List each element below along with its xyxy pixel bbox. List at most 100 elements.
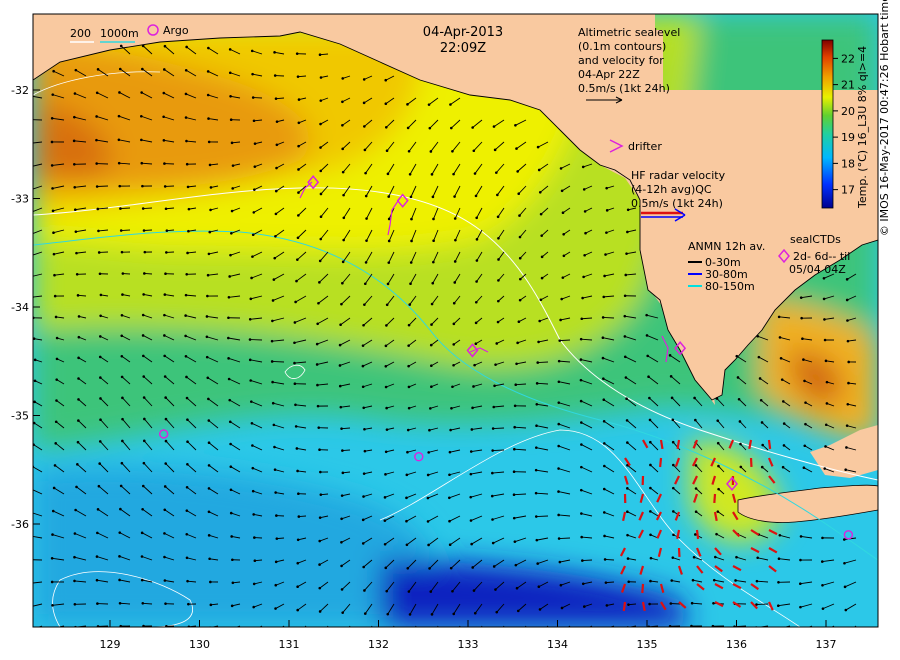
velocity-arrow-head: [534, 468, 538, 472]
velocity-arrow-head: [98, 462, 101, 465]
velocity-arrow-head: [384, 344, 388, 348]
velocity-arrow-head: [451, 149, 454, 153]
seal-ctd-line-2: 05/04 04Z: [789, 263, 846, 276]
velocity-arrow-head: [799, 535, 803, 538]
velocity-arrow-head: [385, 589, 389, 593]
velocity-arrow-head: [362, 495, 365, 498]
velocity-arrow-head: [535, 424, 538, 427]
velocity-arrow-head: [318, 610, 322, 613]
velocity-arrow-head: [362, 101, 366, 105]
velocity-arrow-head: [143, 417, 146, 421]
velocity-arrow-head: [387, 195, 391, 198]
sst-map-figure: 129 130 131 132 133 134 135 136 137 -32 -33 -34 -35…: [11, 13, 879, 651]
velocity-arrow-head: [293, 341, 296, 345]
velocity-arrow-head: [385, 406, 388, 410]
velocity-arrow-head: [759, 398, 763, 402]
colorbar-title: Temp. (°C) 16_L3U 8% ql>=4: [856, 46, 869, 209]
velocity-arrow-head: [626, 557, 630, 560]
velocity-arrow-head: [601, 356, 605, 360]
velocity-arrow-head: [475, 280, 478, 283]
velocity-arrow-head: [557, 401, 561, 404]
velocity-arrow-head: [777, 627, 780, 630]
velocity-arrow-head: [428, 428, 431, 432]
velocity-arrow-head: [671, 486, 675, 490]
velocity-arrow-head: [338, 384, 342, 388]
velocity-arrow-head: [341, 124, 344, 127]
velocity-arrow-head: [184, 116, 188, 119]
velocity-arrow-head: [340, 540, 343, 544]
velocity-arrow-head: [603, 442, 606, 445]
velocity-arrow-head: [714, 555, 717, 559]
velocity-arrow-head: [387, 217, 391, 221]
velocity-arrow-head: [163, 354, 166, 358]
velocity-arrow-head: [453, 260, 457, 263]
velocity-arrow-head: [497, 633, 500, 636]
velocity-arrow-head: [452, 612, 456, 616]
velocity-arrow-head: [581, 582, 585, 586]
velocity-arrow-head: [141, 313, 145, 317]
velocity-arrow-head: [669, 375, 673, 378]
velocity-arrow-head: [274, 583, 278, 587]
velocity-arrow-head: [756, 334, 760, 338]
velocity-arrow-head: [185, 486, 189, 489]
velocity-arrow-head: [207, 117, 210, 120]
velocity-arrow-head: [297, 168, 300, 171]
velocity-arrow-head: [96, 531, 99, 535]
velocity-arrow-head: [452, 363, 455, 367]
velocity-arrow-head: [490, 494, 494, 498]
velocity-arrow-head: [562, 254, 566, 258]
velocity-arrow-head: [297, 191, 300, 194]
velocity-arrow-head: [52, 486, 56, 490]
velocity-arrow-head: [579, 488, 583, 492]
velocity-arrow-head: [496, 193, 499, 197]
velocity-arrow-head: [121, 293, 124, 296]
velocity-arrow-head: [315, 363, 319, 366]
velocity-arrow-head: [694, 510, 698, 514]
velocity-arrow-head: [514, 124, 517, 127]
velocity-arrow-head: [777, 557, 781, 561]
velocity-arrow-head: [142, 229, 146, 232]
velocity-arrow-head: [516, 609, 520, 613]
velocity-arrow-head: [341, 281, 344, 285]
drifter-legend-label: drifter: [628, 140, 662, 153]
velocity-arrow-head: [497, 236, 500, 240]
velocity-arrow-head: [229, 465, 233, 468]
velocity-arrow-head: [409, 282, 412, 286]
velocity-arrow-head: [186, 579, 189, 583]
velocity-arrow-head: [448, 450, 452, 454]
velocity-arrow-head: [364, 194, 368, 198]
hf-radar-arrow: [695, 529, 700, 540]
velocity-arrow-head: [293, 382, 297, 385]
velocity-arrow-head: [802, 466, 806, 470]
velocity-arrow-head: [209, 208, 212, 212]
velocity-arrow-head: [251, 96, 255, 99]
velocity-arrow-head: [316, 404, 320, 408]
velocity-arrow-head: [494, 588, 497, 591]
velocity-arrow-head: [406, 428, 410, 432]
velocity-arrow-head: [671, 418, 675, 422]
velocity-arrow-head: [29, 558, 32, 561]
velocity-arrow-head: [296, 538, 300, 542]
velocity-arrow-head: [473, 363, 476, 367]
velocity-arrow-head: [75, 251, 78, 255]
velocity-arrow-head: [77, 356, 80, 360]
velocity-arrow-head: [497, 299, 500, 303]
velocity-arrow-head: [163, 555, 166, 559]
velocity-arrow-head: [407, 344, 410, 347]
velocity-arrow-head: [51, 533, 54, 536]
velocity-arrow-head: [297, 515, 301, 518]
velocity-arrow-head: [802, 358, 805, 361]
velocity-arrow-head: [491, 427, 495, 430]
velocity-arrow-head: [451, 385, 454, 389]
velocity-arrow-head: [231, 187, 235, 190]
velocity-arrow-head: [646, 354, 649, 358]
velocity-arrow-head: [163, 44, 167, 48]
velocity-arrow-head: [493, 148, 497, 152]
velocity-arrow-head: [405, 543, 409, 547]
velocity-arrow-head: [140, 555, 144, 558]
velocity-arrow-head: [471, 406, 474, 410]
velocity-arrow-head: [30, 628, 33, 631]
velocity-arrow-head: [208, 163, 212, 167]
velocity-arrow-head: [405, 496, 408, 500]
velocity-arrow-head: [29, 142, 32, 145]
